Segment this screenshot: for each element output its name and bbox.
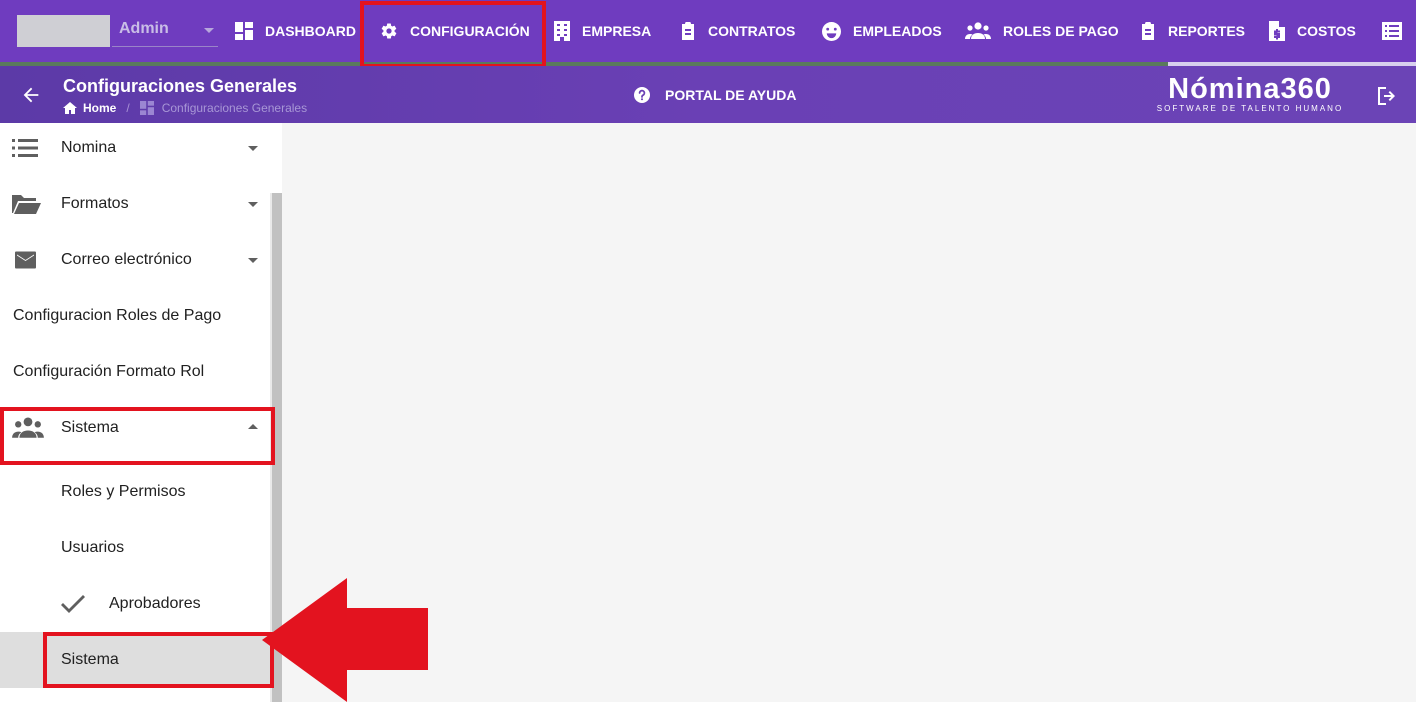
sidebar-item-nomina[interactable]: Nomina: [0, 120, 270, 176]
sidebar-scrollbar-thumb[interactable]: [272, 193, 282, 702]
home-icon: [63, 102, 77, 114]
sidebar-item-config-formato-rol[interactable]: Configuración Formato Rol: [0, 344, 270, 400]
nav-contratos-label: CONTRATOS: [708, 23, 796, 39]
building-icon: [554, 21, 570, 41]
nav-empresa[interactable]: EMPRESA: [554, 0, 651, 62]
sidebar-item-label: Configuración Formato Rol: [13, 363, 205, 380]
nav-contratos[interactable]: CONTRATOS: [680, 0, 795, 62]
dashboard-icon: [139, 101, 154, 115]
sidebar-item-label: Aprobadores: [109, 595, 201, 612]
user-role-label: Admin: [119, 20, 169, 37]
face-icon: [822, 21, 841, 41]
sidebar-item-label: Roles y Permisos: [61, 483, 186, 500]
red-arrow-annotation: [262, 578, 428, 702]
sidebar-subitem-sistema[interactable]: Sistema: [0, 632, 270, 688]
sidebar-item-label: Formatos: [61, 195, 129, 212]
chevron-up-icon: [248, 424, 258, 429]
chevron-down-icon: [248, 258, 258, 263]
gear-icon: [381, 23, 397, 39]
check-icon: [61, 595, 85, 613]
logo-text: Nómina360: [1168, 73, 1332, 105]
nav-dashboard[interactable]: DASHBOARD: [235, 0, 356, 62]
nav-more[interactable]: [1382, 0, 1414, 62]
nav-costos-label: COSTOS: [1297, 23, 1356, 39]
nav-costos[interactable]: COSTOS: [1269, 0, 1356, 62]
company-avatar-redacted: [17, 15, 110, 47]
nav-configuracion-label: CONFIGURACIÓN: [410, 23, 530, 39]
nav-roles-de-pago[interactable]: ROLES DE PAGO: [965, 0, 1119, 62]
top-navbar: Admin DASHBOARD CONFIGURACIÓN EMPRESA CO…: [0, 0, 1416, 68]
sidebar-item-label: Usuarios: [61, 539, 125, 556]
chevron-down-icon: [248, 202, 258, 207]
people-icon: [965, 22, 991, 39]
list-icon: [12, 139, 38, 157]
people-icon: [12, 417, 44, 438]
sidebar-item-sistema[interactable]: Sistema: [0, 400, 270, 456]
nav-reportes[interactable]: REPORTES: [1140, 0, 1245, 62]
sidebar-subitem-roles-permisos[interactable]: Roles y Permisos: [0, 464, 270, 520]
mail-icon: [15, 251, 36, 269]
nav-reportes-label: REPORTES: [1168, 23, 1246, 39]
nav-dashboard-label: DASHBOARD: [265, 23, 356, 39]
breadcrumb-home[interactable]: Home: [83, 101, 116, 115]
brand-logo: Nómina360 SOFTWARE DE TALENTO HUMANO: [1155, 74, 1345, 114]
help-portal-label: PORTAL DE AYUDA: [665, 87, 797, 103]
chevron-down-icon: [248, 146, 258, 151]
breadcrumb-separator: /: [126, 101, 130, 115]
sidebar-item-label: Nomina: [61, 139, 117, 156]
nav-empleados-label: EMPLEADOS: [853, 23, 942, 39]
breadcrumb-current: Configuraciones Generales: [161, 101, 308, 115]
sidebar-subitem-aprobadores[interactable]: Aprobadores: [0, 576, 270, 632]
nav-empresa-label: EMPRESA: [582, 23, 652, 39]
sidebar-item-label: Sistema: [61, 651, 119, 668]
sidebar-item-label: Correo electrónico: [61, 251, 192, 268]
page-header: Configuraciones Generales Home / Configu…: [0, 66, 1416, 123]
folder-open-icon: [12, 195, 41, 214]
help-portal-link[interactable]: PORTAL DE AYUDA: [634, 87, 796, 103]
dashboard-icon: [235, 22, 253, 40]
invoice-icon: [1269, 21, 1285, 41]
clipboard-icon: [682, 22, 694, 40]
sidebar-item-label: Sistema: [61, 419, 119, 436]
logo-tagline: SOFTWARE DE TALENTO HUMANO: [1156, 104, 1344, 113]
sidebar-item-label: Configuracion Roles de Pago: [13, 307, 222, 324]
nav-empleados[interactable]: EMPLEADOS: [822, 0, 942, 62]
sidebar: Nomina Formatos Correo electrónico Confi…: [0, 123, 282, 702]
sidebar-item-correo[interactable]: Correo electrónico: [0, 232, 270, 288]
chevron-down-icon: [204, 28, 214, 33]
nav-roles-de-pago-label: ROLES DE PAGO: [1003, 23, 1119, 39]
nav-configuracion[interactable]: CONFIGURACIÓN: [380, 0, 530, 62]
sidebar-item-config-roles-pago[interactable]: Configuracion Roles de Pago: [0, 288, 270, 344]
help-icon: [634, 87, 650, 103]
sidebar-subitem-usuarios[interactable]: Usuarios: [0, 520, 270, 576]
page-title: Configuraciones Generales: [63, 76, 298, 96]
sidebar-item-formatos[interactable]: Formatos: [0, 176, 270, 232]
user-role-select[interactable]: Admin: [112, 15, 218, 47]
back-arrow-icon[interactable]: [20, 84, 42, 106]
list-alt-icon: [1382, 22, 1402, 40]
breadcrumb: Home / Configuraciones Generales: [63, 101, 307, 115]
report-icon: [1142, 22, 1154, 40]
logout-icon[interactable]: [1376, 86, 1398, 106]
